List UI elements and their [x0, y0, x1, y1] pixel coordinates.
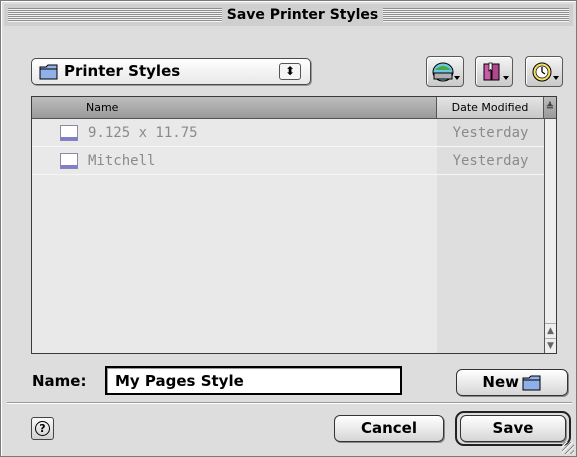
folder-icon [39, 63, 59, 85]
favorites-icon [481, 61, 503, 87]
vertical-scrollbar[interactable]: ▲ ▼ [544, 119, 556, 353]
dropdown-triangle-icon [454, 76, 460, 80]
drive-icon [432, 61, 454, 87]
save-button[interactable]: Save [460, 415, 566, 442]
help-button[interactable]: ? [31, 417, 54, 440]
recent-button[interactable] [525, 56, 563, 87]
folder-popup-label: Printer Styles [64, 62, 181, 80]
scroll-down-arrow-icon[interactable]: ▼ [545, 338, 556, 352]
name-field-label: Name: [32, 372, 87, 390]
file-date: Yesterday [452, 125, 529, 141]
file-date: Yesterday [452, 153, 529, 169]
scroll-up-arrow-icon[interactable]: ▲ [545, 323, 556, 337]
column-header-name[interactable]: Name [32, 97, 436, 118]
new-folder-button-label: New [482, 373, 519, 391]
sort-direction-icon[interactable]: ≜ [544, 97, 556, 118]
folder-popup-menu[interactable]: Printer Styles ⬍ [31, 58, 311, 85]
dropdown-triangle-icon [503, 76, 509, 80]
title-bar-stripes-left [8, 8, 222, 22]
title-bar[interactable]: Save Printer Styles [4, 4, 573, 26]
resize-grip-icon[interactable] [562, 442, 574, 454]
document-icon [60, 125, 78, 145]
column-header-date-modified[interactable]: Date Modified [436, 97, 544, 118]
window-title: Save Printer Styles [222, 5, 383, 25]
default-button-ring: Save [455, 411, 571, 446]
save-dialog-window: Save Printer Styles Printer Styles ⬍ Nam… [0, 0, 577, 457]
document-icon [60, 153, 78, 173]
list-item[interactable]: Mitchell Yesterday [32, 147, 544, 175]
popup-arrows-icon: ⬍ [279, 63, 301, 80]
dropdown-triangle-icon [553, 76, 559, 80]
file-list-header: Name Date Modified ≜ [32, 97, 556, 119]
new-folder-button[interactable]: New [456, 369, 568, 396]
shortcuts-button[interactable] [426, 56, 464, 87]
title-bar-stripes-right [383, 8, 569, 22]
cancel-button[interactable]: Cancel [334, 415, 444, 442]
list-item[interactable]: 9.125 x 11.75 Yesterday [32, 119, 544, 147]
file-list[interactable]: Name Date Modified ≜ 9.125 x 11.75 Yeste… [31, 96, 557, 354]
help-icon: ? [35, 421, 50, 436]
file-name: Mitchell [88, 153, 156, 169]
new-folder-icon [522, 374, 542, 400]
separator [7, 402, 572, 404]
favorites-button[interactable] [475, 56, 513, 87]
file-name: 9.125 x 11.75 [88, 125, 198, 141]
clock-icon [531, 61, 553, 87]
name-field[interactable] [105, 366, 402, 395]
